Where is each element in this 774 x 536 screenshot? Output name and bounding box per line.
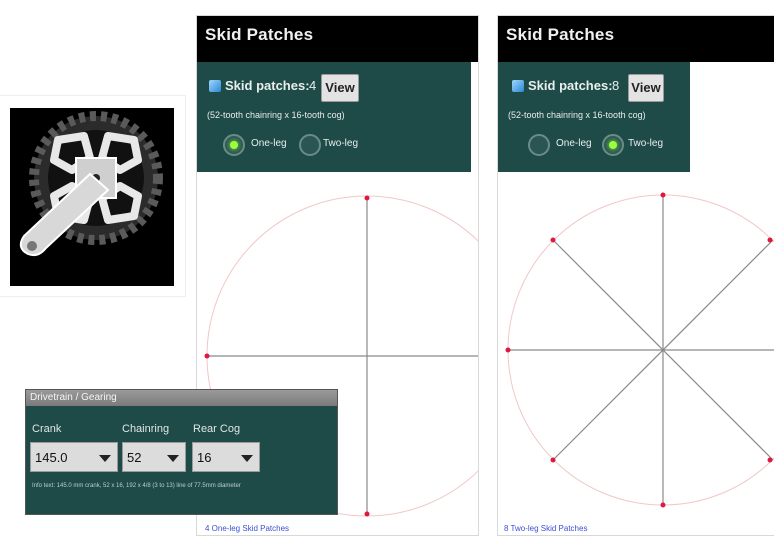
- screen-two-leg: Skid Patches Skid patches: 8 View (52-to…: [497, 15, 774, 536]
- view-button[interactable]: View: [628, 74, 664, 102]
- view-button[interactable]: View: [321, 74, 359, 102]
- patch-marker: [364, 195, 370, 201]
- patches-count: 4: [309, 78, 317, 93]
- radio-two-leg[interactable]: [602, 134, 624, 156]
- crank-value: 145.0: [35, 450, 68, 465]
- skid-panel: Skid patches: 4 View (52-tooth chainring…: [197, 62, 471, 172]
- gearing-info-text: Info text: 145.0 mm crank, 52 x 16, 192 …: [32, 483, 241, 489]
- gearing-subtitle: (52-tooth chainring x 16-tooth cog): [508, 110, 646, 120]
- chainring-spinner[interactable]: 52: [122, 442, 186, 472]
- cube-icon: [209, 80, 221, 92]
- patch-marker: [364, 511, 370, 517]
- radio-one-leg[interactable]: [223, 134, 245, 156]
- crank-spinner[interactable]: 145.0: [30, 442, 118, 472]
- cog-spinner[interactable]: 16: [192, 442, 260, 472]
- patch-marker: [204, 353, 210, 359]
- footer-link[interactable]: 8 Two-leg Skid Patches: [504, 524, 587, 533]
- screen-title: Skid Patches: [506, 25, 615, 44]
- crank-label: Crank: [32, 423, 62, 435]
- cog-value: 16: [197, 450, 212, 465]
- patch-marker: [505, 347, 511, 353]
- skid-patch-diagram: [505, 192, 774, 508]
- radio-two-leg-label[interactable]: Two-leg: [628, 138, 663, 149]
- crankset-icon: [10, 108, 174, 286]
- patch-marker: [767, 237, 773, 243]
- chainring-label: Chainring: [122, 423, 170, 435]
- cube-icon: [512, 80, 524, 92]
- chainring-value: 52: [127, 450, 142, 465]
- radio-two-leg[interactable]: [299, 134, 321, 156]
- dropdown-arrow-icon: [99, 455, 111, 462]
- radio-two-leg-label[interactable]: Two-leg: [323, 138, 358, 149]
- patch-marker: [550, 457, 556, 463]
- action-bar: Skid Patches: [498, 16, 774, 62]
- patch-marker: [660, 502, 666, 508]
- dropdown-arrow-icon: [167, 455, 179, 462]
- gearing-subtitle: (52-tooth chainring x 16-tooth cog): [207, 110, 345, 120]
- radio-one-leg[interactable]: [528, 134, 550, 156]
- radio-one-leg-label[interactable]: One-leg: [556, 138, 592, 149]
- dropdown-arrow-icon: [241, 455, 253, 462]
- action-bar: Skid Patches: [197, 16, 478, 62]
- patches-count: 8: [612, 78, 620, 93]
- drivetrain-dialog: Drivetrain / Gearing Crank 145.0 Chainri…: [25, 389, 338, 515]
- screen-title: Skid Patches: [205, 25, 314, 44]
- patch-marker: [767, 457, 773, 463]
- skid-panel: Skid patches: 8 View (52-tooth chainring…: [498, 62, 690, 172]
- dialog-title: Drivetrain / Gearing: [30, 392, 117, 403]
- patches-label: Skid patches:: [225, 78, 310, 93]
- patch-marker: [550, 237, 556, 243]
- radio-one-leg-label[interactable]: One-leg: [251, 138, 287, 149]
- dialog-titlebar: Drivetrain / Gearing: [26, 390, 337, 406]
- footer-link[interactable]: 4 One-leg Skid Patches: [205, 524, 289, 533]
- patches-label: Skid patches:: [528, 78, 613, 93]
- cog-label: Rear Cog: [193, 423, 241, 435]
- patch-marker: [660, 192, 666, 198]
